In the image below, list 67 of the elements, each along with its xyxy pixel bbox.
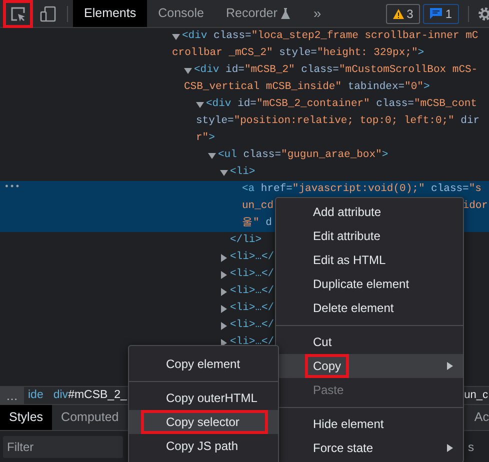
- code-line: <li>…</: [230, 250, 274, 265]
- breadcrumb-overflow-button[interactable]: …: [0, 387, 24, 404]
- menu-item[interactable]: Edit as HTML: [276, 248, 463, 272]
- filter-field[interactable]: Filter: [3, 436, 123, 458]
- caret-icon[interactable]: [220, 168, 228, 176]
- flask-icon: [281, 8, 290, 19]
- caret-icon[interactable]: [196, 100, 204, 108]
- chat-icon: [430, 8, 442, 19]
- menu-item[interactable]: Cut: [276, 330, 463, 354]
- code-line: <li>…</: [230, 284, 274, 299]
- code-line: un_cd: [242, 198, 274, 214]
- warning-icon: [392, 8, 404, 18]
- panel-tab[interactable]: Elements: [73, 0, 148, 27]
- code-line: <div class="loca_step2_frame scrollbar-inner mC: [182, 28, 478, 44]
- breadcrumb-item[interactable]: ide: [28, 386, 44, 404]
- caret-icon[interactable]: [184, 66, 192, 74]
- code-line: <li>…</: [230, 300, 274, 316]
- inspect-icon: [10, 6, 26, 22]
- breadcrumb-item[interactable]: div#mCSB_2_: [53, 386, 127, 404]
- sidebar-tab[interactable]: Ac: [474, 408, 489, 427]
- menu-item[interactable]: Copy selector: [129, 410, 278, 434]
- code-line: <div id="mCSB_2_container" class="mCSB_cont: [206, 96, 477, 112]
- menu-item[interactable]: Hide element: [276, 412, 463, 436]
- menu-item[interactable]: Force state: [276, 436, 463, 460]
- messages-badge[interactable]: 1: [423, 4, 459, 24]
- inspect-button[interactable]: [3, 0, 33, 28]
- code-line: <li>…</: [230, 318, 274, 333]
- caret-icon[interactable]: [220, 270, 228, 278]
- code-line: <li>…</: [230, 266, 274, 282]
- more-dots[interactable]: •••: [4, 181, 20, 194]
- panel-tab[interactable]: Console: [147, 0, 215, 27]
- code-line: idor: [462, 198, 488, 214]
- menu-item[interactable]: Copy outerHTML: [129, 386, 278, 410]
- code-line: crollbar _mCS_2" style="height: 329px;">: [172, 46, 424, 61]
- code-line: <li>…</: [230, 334, 274, 350]
- device-icon: [40, 6, 56, 22]
- panel-tab[interactable]: Recorder: [214, 0, 302, 27]
- sidebar-tab[interactable]: Styles: [0, 405, 52, 430]
- caret-icon[interactable]: [220, 304, 228, 312]
- code-line: CSB_vertical mCSB_inside" tabindex="0">: [184, 80, 430, 95]
- more-tabs-button[interactable]: »: [313, 3, 322, 24]
- submenu-arrow-icon: [447, 444, 453, 452]
- menu-item[interactable]: Copy element: [129, 352, 278, 376]
- menu-item[interactable]: Duplicate element: [276, 272, 463, 296]
- caret-icon[interactable]: [172, 32, 180, 40]
- filter-option[interactable]: s: [468, 438, 474, 456]
- menu-item[interactable]: Copy: [276, 354, 463, 378]
- code-line: </li>: [230, 232, 262, 248]
- code-line: <li>: [230, 164, 256, 180]
- warnings-badge[interactable]: 3: [386, 4, 420, 24]
- code-line: style="position:relative; top:0; left:0;" dir: [196, 114, 480, 129]
- sidebar-tab[interactable]: Computed: [52, 405, 128, 430]
- breadcrumb-item[interactable]: un_c: [464, 387, 488, 404]
- menu-item[interactable]: Delete element: [276, 296, 463, 320]
- menu-item[interactable]: Add attribute: [276, 200, 463, 224]
- caret-icon[interactable]: [220, 254, 228, 262]
- code-line: <a href="javascript:void(0);" class="s: [242, 182, 482, 197]
- caret-icon[interactable]: [220, 322, 228, 330]
- caret-icon[interactable]: [208, 152, 216, 160]
- code-line: <ul class="gugun_arae_box">: [218, 148, 388, 163]
- code-line: r">: [196, 130, 215, 146]
- caret-icon[interactable]: [220, 288, 228, 296]
- settings-icon[interactable]: [478, 6, 489, 20]
- submenu-arrow-icon: [447, 362, 453, 370]
- code-line: <div id="mCSB_2" class="mCustomScrollBox mCS-: [194, 62, 478, 78]
- code-line: 울" d: [242, 216, 272, 231]
- menu-item[interactable]: Copy JS path: [129, 434, 278, 458]
